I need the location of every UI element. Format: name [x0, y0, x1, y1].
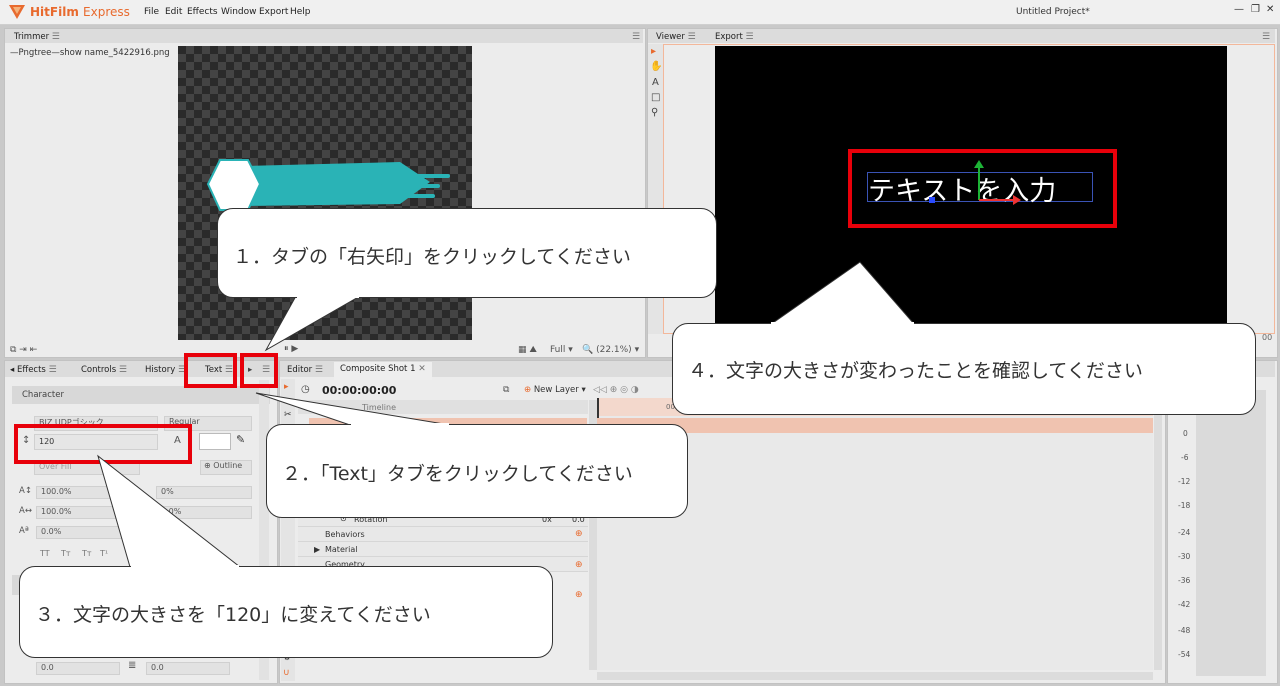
callout-step4-text: ４．文字の大きさが変わったことを確認してください [688, 360, 1143, 382]
callout-step2-text: ２．「Text」タブをクリックしてください [282, 463, 633, 485]
tail-join-1 [297, 294, 359, 298]
tail-join-3 [131, 565, 239, 569]
callout-step3-text: ３．文字の大きさを「120」に変えてください [35, 604, 431, 626]
tail-join-4 [771, 322, 914, 326]
callout-step1-text: １．タブの「右矢印」をクリックしてください [233, 246, 631, 268]
tail-join-2 [351, 423, 449, 427]
